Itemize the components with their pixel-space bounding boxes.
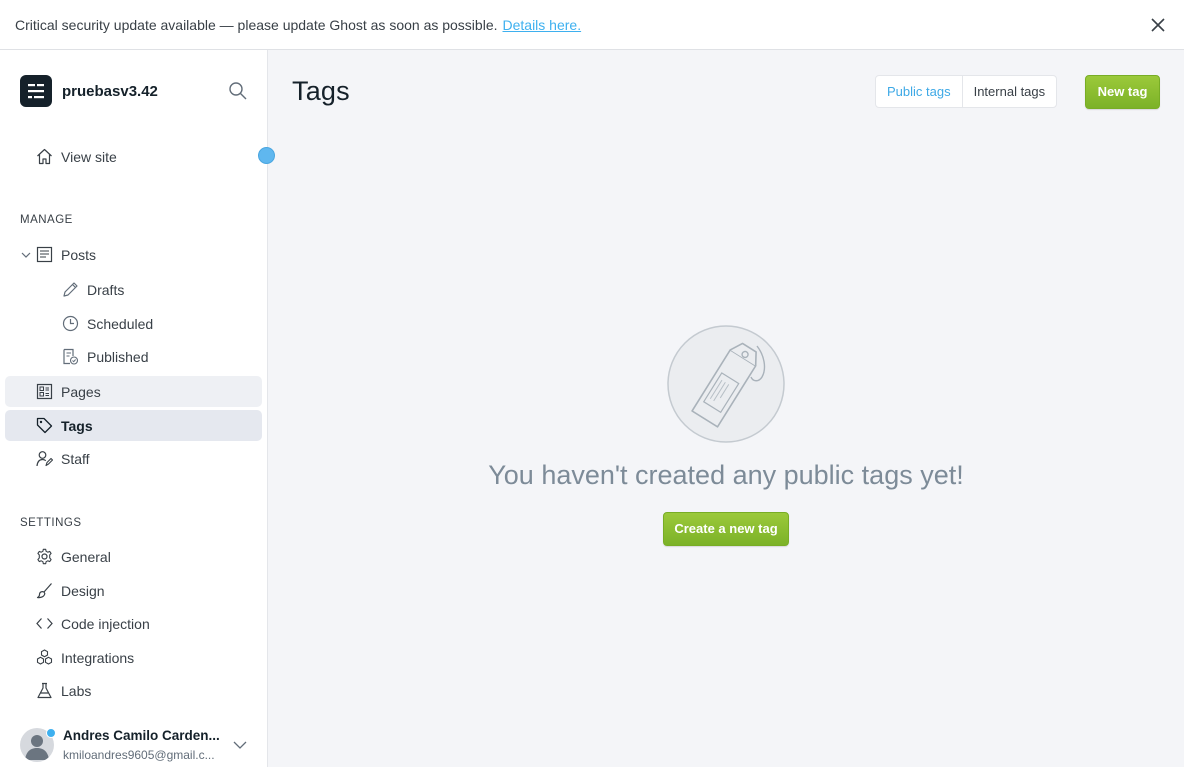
manage-header: MANAGE xyxy=(20,214,73,226)
nav-pages[interactable]: Pages xyxy=(5,376,262,407)
nav-drafts-label: Drafts xyxy=(87,281,125,298)
nav-code-injection-label: Code injection xyxy=(61,615,150,632)
site-logo xyxy=(20,75,52,107)
nav-design-label: Design xyxy=(61,582,105,599)
nav-posts-label: Posts xyxy=(61,246,97,263)
security-update-banner: Critical security update available — ple… xyxy=(0,0,1184,50)
create-new-tag-button[interactable]: Create a new tag xyxy=(663,512,789,546)
nav-labs-label: Labs xyxy=(61,682,92,699)
user-name: Andres Camilo Carden... xyxy=(63,728,220,743)
nav-general-label: General xyxy=(61,548,111,565)
site-name: pruebasv3.42 xyxy=(62,82,158,100)
tab-public-tags[interactable]: Public tags xyxy=(876,76,963,107)
settings-header: SETTINGS xyxy=(20,517,82,529)
nav-labs[interactable]: Labs xyxy=(5,675,262,706)
notification-dot xyxy=(46,728,56,738)
nav-design[interactable]: Design xyxy=(5,575,262,606)
pencil-icon xyxy=(63,282,78,297)
chevron-down-icon[interactable] xyxy=(233,740,247,750)
gear-icon xyxy=(37,548,52,565)
home-icon xyxy=(37,148,52,165)
user-email: kmiloandres9605@gmail.c... xyxy=(63,748,215,762)
brush-icon xyxy=(36,583,52,599)
ghost-logo-icon xyxy=(28,84,44,99)
nav-published[interactable]: Published xyxy=(5,341,262,372)
nav-pages-label: Pages xyxy=(61,383,101,400)
new-tag-button[interactable]: New tag xyxy=(1085,75,1160,109)
empty-state-message: You haven't created any public tags yet! xyxy=(488,460,964,490)
nav-published-label: Published xyxy=(87,348,149,365)
tag-icon xyxy=(36,417,53,434)
nav-scheduled-label: Scheduled xyxy=(87,315,154,332)
nav-staff[interactable]: Staff xyxy=(5,443,262,474)
banner-message: Critical security update available — ple… xyxy=(15,16,498,33)
published-icon xyxy=(63,348,79,365)
nav-tags-label: Tags xyxy=(61,417,93,434)
empty-tags-illustration xyxy=(667,325,785,443)
nav-code-injection[interactable]: Code injection xyxy=(5,608,262,639)
pages-icon xyxy=(36,383,53,400)
nav-view-site-label: View site xyxy=(61,148,117,165)
nav-posts[interactable]: Posts xyxy=(5,239,262,270)
sidebar: pruebasv3.42 View site MANAGE Posts Draf… xyxy=(0,50,275,767)
flask-icon xyxy=(37,682,52,699)
tab-internal-tags[interactable]: Internal tags xyxy=(963,76,1057,107)
banner-details-link[interactable]: Details here. xyxy=(503,17,582,33)
code-icon xyxy=(36,618,53,629)
chevron-down-icon[interactable] xyxy=(21,250,31,260)
user-menu[interactable]: Andres Camilo Carden... kmiloandres9605@… xyxy=(20,726,260,766)
close-icon[interactable] xyxy=(1149,16,1167,34)
nav-integrations[interactable]: Integrations xyxy=(5,642,262,673)
nav-staff-label: Staff xyxy=(61,450,90,467)
status-dot xyxy=(258,147,275,164)
integrations-icon xyxy=(36,649,53,665)
nav-general[interactable]: General xyxy=(5,541,262,572)
staff-icon xyxy=(36,451,53,467)
posts-icon xyxy=(36,246,53,263)
nav-scheduled[interactable]: Scheduled xyxy=(5,308,262,339)
nav-tags[interactable]: Tags xyxy=(5,410,262,441)
site-brand[interactable]: pruebasv3.42 xyxy=(20,75,158,107)
nav-integrations-label: Integrations xyxy=(61,649,135,666)
nav-view-site[interactable]: View site xyxy=(5,141,262,172)
search-icon[interactable] xyxy=(228,81,248,101)
page-title: Tags xyxy=(292,76,350,106)
tag-type-tabs: Public tags Internal tags xyxy=(875,75,1058,108)
nav-drafts[interactable]: Drafts xyxy=(5,274,262,305)
clock-icon xyxy=(62,315,79,332)
